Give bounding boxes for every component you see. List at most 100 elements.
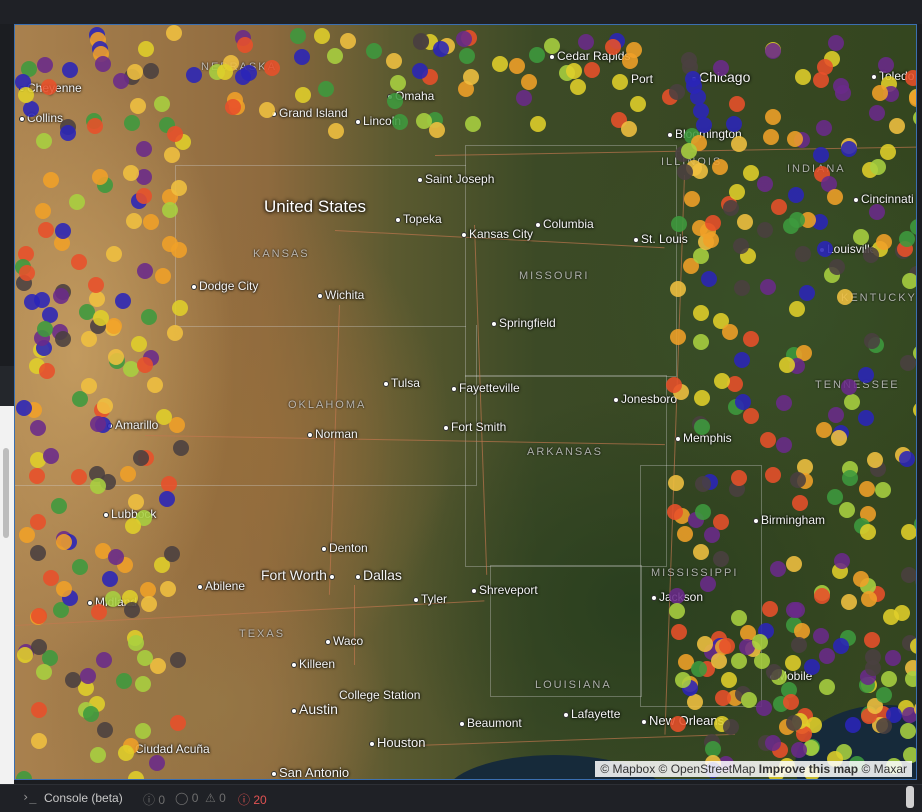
data-point-marker[interactable]	[900, 355, 916, 372]
data-point-marker[interactable]	[122, 164, 139, 181]
data-point-marker[interactable]	[105, 590, 122, 607]
info-count[interactable]: ⓘ 0	[143, 791, 165, 808]
data-point-marker[interactable]	[819, 678, 836, 695]
data-point-marker[interactable]	[694, 504, 711, 521]
data-point-marker[interactable]	[871, 84, 888, 101]
data-point-marker[interactable]	[169, 714, 186, 731]
data-point-marker[interactable]	[665, 376, 682, 393]
data-point-marker[interactable]	[736, 214, 753, 231]
data-point-marker[interactable]	[114, 292, 131, 309]
data-point-marker[interactable]	[339, 32, 356, 49]
data-point-marker[interactable]	[843, 393, 860, 410]
data-point-marker[interactable]	[721, 324, 738, 341]
data-point-marker[interactable]	[15, 770, 32, 779]
data-point-marker[interactable]	[91, 603, 108, 620]
data-point-marker[interactable]	[741, 691, 758, 708]
data-point-marker[interactable]	[684, 190, 701, 207]
data-point-marker[interactable]	[876, 687, 893, 703]
data-point-marker[interactable]	[712, 60, 729, 77]
data-point-marker[interactable]	[742, 331, 759, 348]
mapbox-attribution-link[interactable]: © Mapbox	[600, 762, 655, 776]
data-point-marker[interactable]	[521, 73, 538, 90]
data-point-marker[interactable]	[19, 526, 36, 543]
data-point-marker[interactable]	[141, 595, 158, 612]
data-point-marker[interactable]	[703, 526, 720, 543]
data-point-marker[interactable]	[860, 591, 877, 608]
data-point-marker[interactable]	[146, 377, 163, 394]
data-point-marker[interactable]	[879, 143, 896, 160]
data-point-marker[interactable]	[790, 471, 807, 488]
data-point-marker[interactable]	[154, 268, 171, 285]
data-point-marker[interactable]	[751, 633, 768, 650]
data-point-marker[interactable]	[105, 245, 122, 262]
data-point-marker[interactable]	[69, 194, 86, 211]
data-point-marker[interactable]	[264, 60, 281, 77]
data-point-marker[interactable]	[328, 122, 345, 139]
data-point-marker[interactable]	[31, 701, 48, 718]
data-point-marker[interactable]	[827, 407, 844, 424]
data-point-marker[interactable]	[832, 638, 849, 655]
error-count[interactable]: ⓘ 20	[238, 791, 267, 808]
data-point-marker[interactable]	[95, 651, 112, 668]
data-point-marker[interactable]	[185, 66, 202, 83]
data-point-marker[interactable]	[390, 74, 407, 91]
data-point-marker[interactable]	[844, 716, 861, 733]
data-point-marker[interactable]	[38, 362, 55, 379]
data-point-marker[interactable]	[79, 668, 96, 685]
data-point-marker[interactable]	[163, 545, 180, 562]
data-point-marker[interactable]	[216, 64, 233, 80]
data-point-marker[interactable]	[668, 83, 685, 100]
data-point-marker[interactable]	[786, 556, 803, 573]
data-point-marker[interactable]	[827, 189, 844, 206]
data-point-marker[interactable]	[834, 552, 851, 569]
data-point-marker[interactable]	[757, 221, 774, 238]
data-point-marker[interactable]	[669, 602, 686, 619]
data-point-marker[interactable]	[150, 658, 167, 675]
data-point-marker[interactable]	[841, 378, 858, 395]
data-point-marker[interactable]	[884, 649, 901, 666]
data-point-marker[interactable]	[137, 356, 154, 373]
data-point-marker[interactable]	[733, 237, 750, 254]
data-point-marker[interactable]	[30, 514, 47, 531]
data-point-marker[interactable]	[123, 114, 140, 131]
data-point-marker[interactable]	[128, 634, 145, 651]
data-point-marker[interactable]	[838, 502, 855, 519]
data-point-marker[interactable]	[30, 639, 47, 656]
data-point-marker[interactable]	[913, 109, 916, 126]
data-point-marker[interactable]	[676, 525, 693, 542]
data-point-marker[interactable]	[813, 588, 830, 605]
data-point-marker[interactable]	[827, 35, 844, 52]
data-point-marker[interactable]	[96, 397, 113, 414]
data-point-marker[interactable]	[88, 276, 105, 293]
data-point-marker[interactable]	[870, 159, 887, 176]
data-point-marker[interactable]	[792, 495, 809, 512]
data-point-marker[interactable]	[43, 171, 60, 188]
data-point-marker[interactable]	[465, 115, 482, 132]
data-point-marker[interactable]	[898, 230, 915, 247]
data-point-marker[interactable]	[313, 27, 330, 44]
data-point-marker[interactable]	[289, 27, 306, 44]
data-point-marker[interactable]	[877, 57, 894, 74]
data-point-marker[interactable]	[863, 631, 880, 648]
data-point-marker[interactable]	[770, 561, 787, 578]
data-point-marker[interactable]	[686, 77, 703, 94]
data-point-marker[interactable]	[30, 607, 47, 624]
data-point-marker[interactable]	[858, 409, 875, 426]
data-point-marker[interactable]	[865, 659, 882, 676]
data-point-marker[interactable]	[90, 747, 107, 764]
warning-count[interactable]: ⚠ 0	[205, 791, 226, 805]
data-point-marker[interactable]	[125, 213, 142, 230]
data-point-marker[interactable]	[910, 637, 916, 654]
data-point-marker[interactable]	[38, 222, 55, 239]
data-point-marker[interactable]	[142, 62, 159, 79]
data-point-marker[interactable]	[140, 309, 157, 326]
osm-attribution-link[interactable]: © OpenStreetMap	[659, 762, 756, 776]
data-point-marker[interactable]	[161, 202, 178, 219]
data-point-marker[interactable]	[529, 46, 546, 63]
data-point-marker[interactable]	[90, 415, 107, 432]
data-point-marker[interactable]	[318, 80, 335, 97]
map-canvas[interactable]: United States NEBRASKA KANSAS MISSOURI O…	[14, 24, 917, 780]
data-point-marker[interactable]	[729, 184, 746, 201]
data-point-marker[interactable]	[31, 732, 48, 749]
data-point-marker[interactable]	[734, 351, 751, 368]
